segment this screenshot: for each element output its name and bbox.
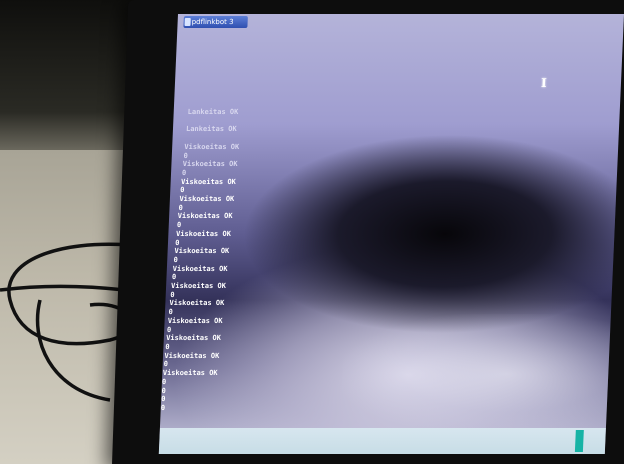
console-line: Viskoeitas OK — [174, 247, 230, 256]
text-cursor-icon: I — [540, 76, 547, 90]
console-line: 0 — [161, 377, 167, 386]
console-line: 0 — [173, 255, 178, 264]
console-line: Viskoeitas OK — [164, 351, 220, 360]
console-line: 0 — [181, 168, 187, 177]
console-line: 0 — [168, 308, 174, 317]
console-line: 0 — [161, 395, 166, 404]
monitor-screen: pdflinkbot 3 I Lankeitas OK Lankeitas OK… — [158, 14, 624, 454]
console-line: Viskoeitas OK — [167, 316, 223, 325]
bottom-bar — [158, 428, 606, 454]
console-line: 0 — [178, 203, 183, 212]
console-line: Viskoeitas OK — [165, 334, 222, 343]
console-line: Viskoeitas OK — [180, 177, 237, 186]
console-line: 0 — [176, 221, 182, 230]
console-line: 0 — [160, 403, 166, 412]
console-line: Viskoeitas OK — [182, 160, 238, 169]
console-line: Viskoeitas OK — [162, 369, 218, 378]
console-line: 0 — [171, 273, 177, 282]
console-line: 0 — [165, 342, 170, 351]
console-line: 0 — [183, 151, 188, 160]
console-line: 0 — [166, 325, 172, 334]
cable-3 — [35, 299, 111, 402]
screen-glare — [339, 314, 624, 434]
console-line: 0 — [180, 186, 185, 195]
console-line: 0 — [161, 386, 166, 395]
console-line: Viskoeitas OK — [175, 229, 232, 238]
console-line: 0 — [163, 360, 169, 369]
window-tab[interactable]: pdflinkbot 3 — [183, 16, 248, 28]
window-tab-label: pdflinkbot 3 — [191, 18, 234, 26]
console-line: Viskoeitas OK — [172, 264, 228, 273]
console-line: Viskoeitas OK — [177, 212, 233, 221]
window-icon — [184, 18, 191, 26]
console-line: Viskoeitas OK — [184, 142, 240, 151]
console-output: Lankeitas OK Lankeitas OK Viskoeitas OK 0… — [161, 108, 374, 413]
console-line: Viskoeitas OK — [179, 195, 235, 204]
console-line: 0 — [170, 290, 175, 299]
photo-scene: pdflinkbot 3 I Lankeitas OK Lankeitas OK… — [0, 0, 624, 464]
cable-2 — [0, 284, 126, 292]
teal-indicator — [574, 430, 584, 452]
console-line: Lankeitas OK — [185, 125, 237, 134]
console-line: 0 — [175, 238, 180, 247]
console-line: Viskoeitas OK — [170, 282, 227, 291]
cable — [7, 242, 134, 346]
console-line: Viskoeitas OK — [169, 299, 225, 308]
console-line: Lankeitas OK — [187, 108, 239, 116]
